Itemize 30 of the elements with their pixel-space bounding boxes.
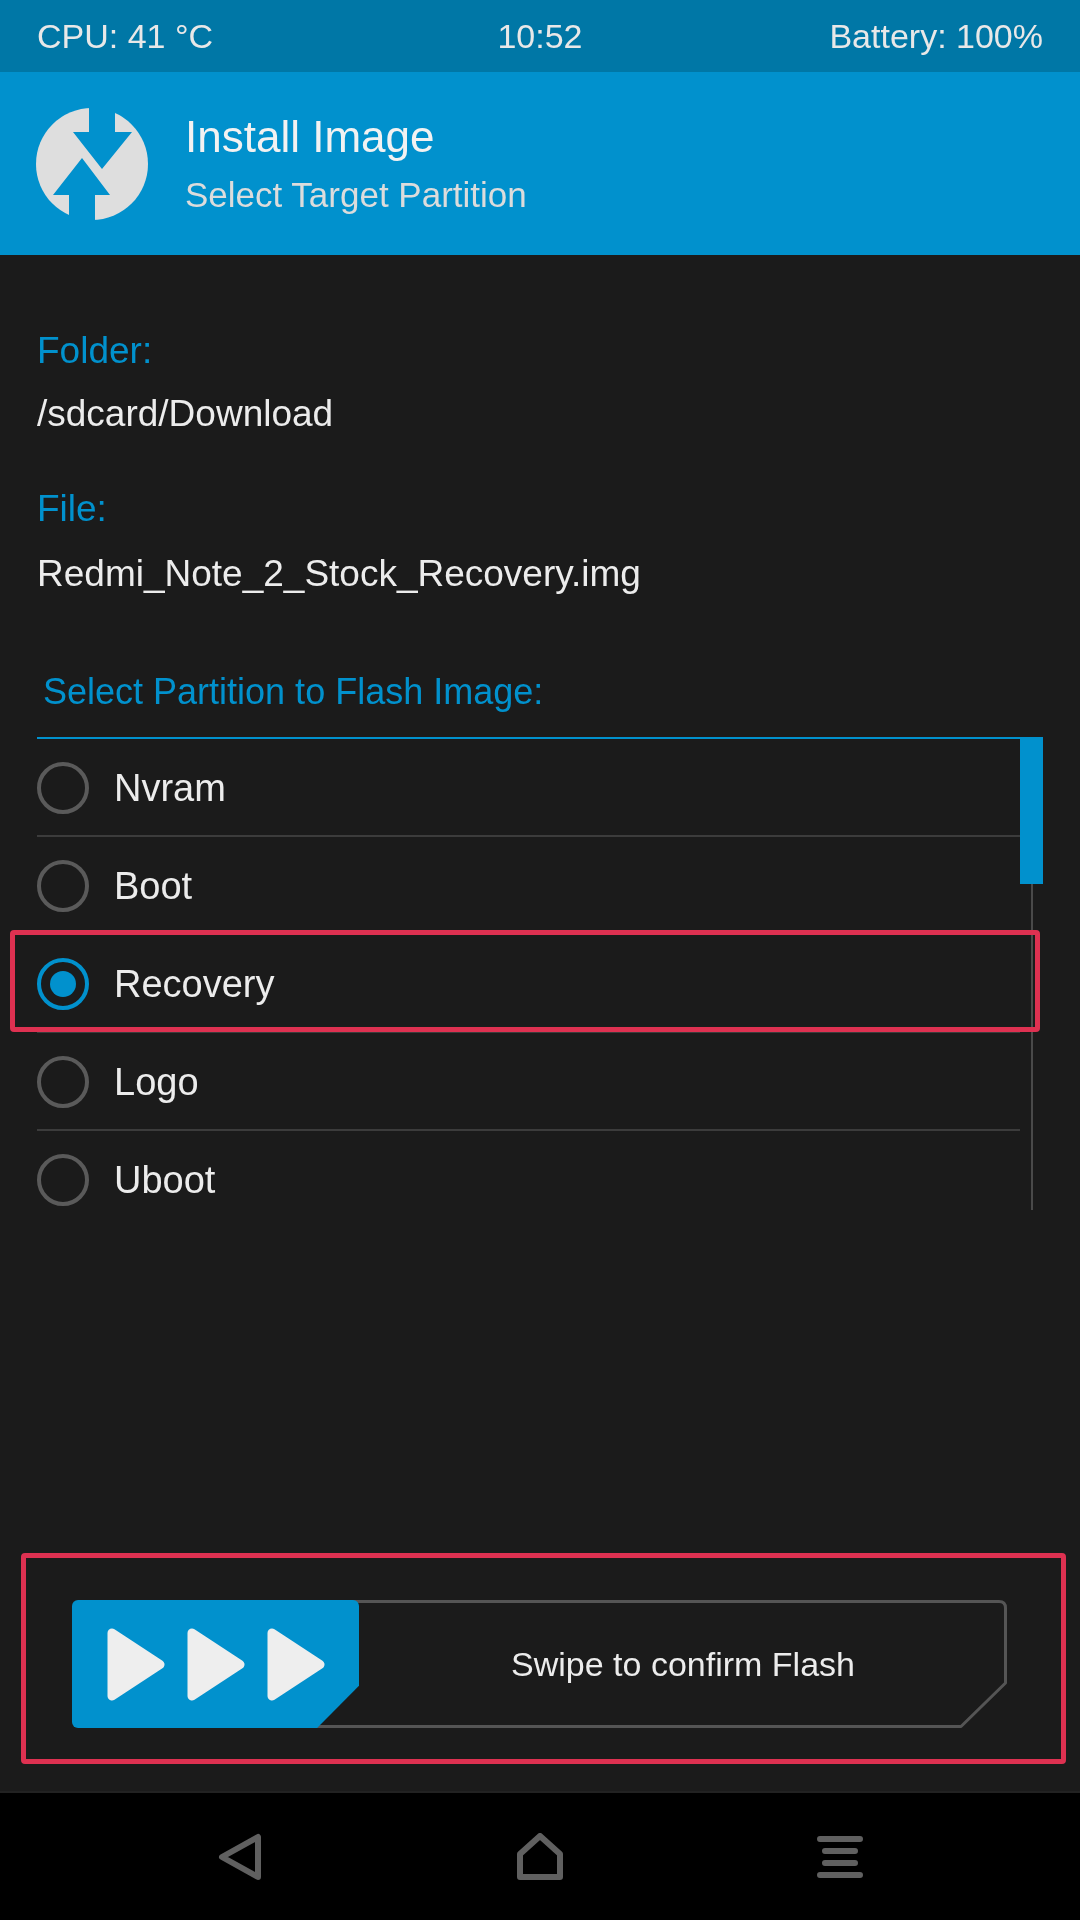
partition-label[interactable]: Nvram xyxy=(114,762,226,814)
play-icon xyxy=(187,1627,245,1701)
radio-button[interactable] xyxy=(37,860,89,912)
back-icon[interactable] xyxy=(217,1832,263,1881)
radio-button[interactable] xyxy=(37,958,89,1010)
folder-label: Folder: xyxy=(37,329,154,373)
partition-label[interactable]: Boot xyxy=(114,860,193,912)
file-label: File: xyxy=(37,487,108,531)
swipe-handle[interactable] xyxy=(72,1600,359,1728)
section-heading: Select Partition to Flash Image: xyxy=(43,670,545,714)
arrows-logo-icon xyxy=(36,107,148,220)
partition-label[interactable]: Recovery xyxy=(114,958,275,1010)
cpu-temperature: CPU: 41 °C xyxy=(37,15,214,57)
play-icon xyxy=(267,1627,325,1701)
play-icon xyxy=(107,1627,165,1701)
folder-path: /sdcard/Download xyxy=(37,392,335,436)
scrollbar-thumb[interactable] xyxy=(1020,739,1043,884)
partition-label[interactable]: Uboot xyxy=(114,1154,216,1206)
partition-label[interactable]: Logo xyxy=(114,1056,199,1108)
radio-button[interactable] xyxy=(37,1154,89,1206)
clock: 10:52 xyxy=(497,15,583,57)
page-subtitle: Select Target Partition xyxy=(185,173,527,216)
swipe-label: Swipe to confirm Flash xyxy=(511,1643,855,1685)
home-icon[interactable] xyxy=(517,1833,563,1880)
radio-button[interactable] xyxy=(37,762,89,814)
menu-icon[interactable] xyxy=(817,1835,863,1878)
battery-status: Battery: 100% xyxy=(829,15,1043,57)
radio-button[interactable] xyxy=(37,1056,89,1108)
file-name: Redmi_Note_2_Stock_Recovery.img xyxy=(37,552,642,596)
page-title: Install Image xyxy=(185,110,436,163)
